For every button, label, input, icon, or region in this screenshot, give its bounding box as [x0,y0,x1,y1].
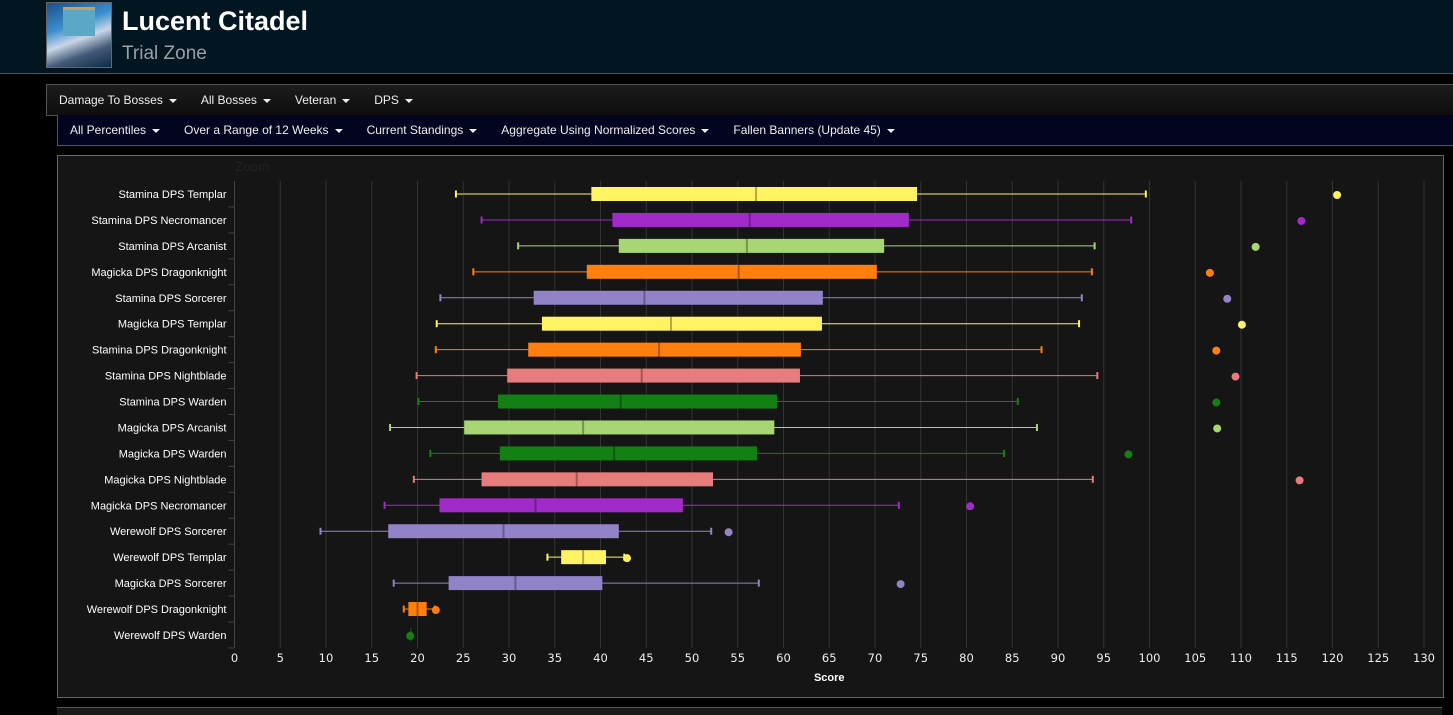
x-axis-title: Score [814,672,845,684]
x-tick-label: 0 [231,651,238,665]
iqr-box [612,212,909,227]
zone-logo [46,2,112,68]
iqr-box [464,420,775,435]
category-label: Werewolf DPS Dragonknight [87,604,227,616]
standings-dropdown[interactable]: Current Standings [355,123,490,137]
outlier-point [1212,346,1221,355]
x-tick-label: 45 [639,651,654,665]
x-tick-label: 95 [1096,651,1111,665]
category-label: Magicka DPS Dragonknight [91,267,226,279]
outlier-point [1295,476,1304,485]
x-tick-label: 105 [1184,651,1206,665]
iqr-box [586,264,877,279]
outlier-point [1237,320,1246,329]
x-tick-label: 130 [1413,651,1435,665]
outlier-point [724,528,733,537]
x-tick-label: 125 [1367,651,1389,665]
category-label: Stamina DPS Nightblade [105,371,227,383]
outlier-point [1333,191,1342,199]
difficulty-dropdown[interactable]: Veteran [283,93,362,107]
outlier-point [1231,372,1240,381]
outlier-point [1251,242,1260,251]
page-subtitle: Trial Zone [122,43,207,64]
outlier-point [1124,450,1133,459]
outlier-point [431,606,440,615]
x-tick-label: 10 [319,651,334,665]
iqr-box [439,498,683,513]
iqr-box [541,316,822,331]
iqr-box [499,446,757,461]
x-tick-label: 40 [593,651,608,665]
outlier-point [1223,294,1232,303]
x-tick-label: 5 [277,651,284,665]
x-tick-label: 25 [456,651,471,665]
x-tick-label: 65 [822,651,837,665]
iqr-box [528,342,801,357]
iqr-box [448,576,603,591]
banner-icon [63,7,95,36]
primary-filter-bar: Damage To Bosses All Bosses Veteran DPS [46,84,1453,116]
category-label: Magicka DPS Nightblade [104,474,226,486]
category-label: Magicka DPS Templar [118,319,227,331]
category-label: Stamina DPS Sorcerer [115,293,227,305]
outlier-point [1213,424,1222,433]
category-label: Werewolf DPS Templar [113,552,227,564]
x-tick-label: 75 [913,651,928,665]
outlier-point [966,502,975,511]
boxplot-chart: Zoom 0 5 10 15 20 25 30 35 40 45 50 55 60 65 70 75 80 85 90… [87,160,1435,684]
outlier-point [406,631,415,640]
x-tick-label: 115 [1276,651,1298,665]
x-tick-label: 15 [364,651,379,665]
percentile-dropdown[interactable]: All Percentiles [58,123,172,137]
iqr-box [507,368,800,383]
x-tick-label: 50 [685,651,700,665]
update-dropdown[interactable]: Fallen Banners (Update 45) [721,123,906,137]
category-label: Magicka DPS Arcanist [118,422,227,434]
x-tick-label: 55 [730,651,745,665]
iqr-box [591,187,918,201]
outlier-point [896,580,905,589]
category-label: Werewolf DPS Warden [114,630,226,642]
iqr-box [498,394,778,409]
outlier-point [1212,398,1221,407]
iqr-box [481,472,714,487]
aggregate-dropdown[interactable]: Aggregate Using Normalized Scores [489,123,721,137]
iqr-box [618,238,885,253]
x-tick-label: 70 [868,651,883,665]
category-label: Stamina DPS Arcanist [118,241,226,253]
category-label: Stamina DPS Dragonknight [92,345,227,357]
zone-header: Lucent Citadel Trial Zone [0,0,1453,74]
zoom-label: Zoom [235,160,270,174]
outlier-point [623,554,632,563]
category-label: Magicka DPS Necromancer [91,500,227,512]
range-dropdown[interactable]: Over a Range of 12 Weeks [172,123,355,137]
category-label: Werewolf DPS Sorcerer [110,526,227,538]
x-tick-label: 100 [1139,651,1161,665]
x-tick-label: 90 [1051,651,1066,665]
iqr-box [533,290,823,305]
x-tick-label: 20 [410,651,425,665]
secondary-filter-bar: All Percentiles Over a Range of 12 Weeks… [57,115,1453,146]
x-tick-label: 60 [776,651,791,665]
category-label: Stamina DPS Necromancer [91,215,226,227]
category-label: Stamina DPS Warden [119,397,226,409]
x-tick-label: 120 [1322,651,1344,665]
outlier-point [1297,216,1306,225]
x-tick-label: 80 [959,651,974,665]
boss-dropdown[interactable]: All Bosses [189,93,283,107]
category-label: Stamina DPS Templar [118,189,226,201]
page-title: Lucent Citadel [122,6,309,36]
x-tick-label: 30 [502,651,517,665]
role-dropdown[interactable]: DPS [362,93,425,107]
chart-panel: Zoom 0 5 10 15 20 25 30 35 40 45 50 55 60 65 70 75 80 85 90… [57,155,1444,698]
category-label: Magicka DPS Warden [119,448,227,460]
category-label: Magicka DPS Sorcerer [115,578,227,590]
x-tick-label: 110 [1230,651,1252,665]
metric-dropdown[interactable]: Damage To Bosses [47,93,189,107]
x-tick-label: 35 [547,651,562,665]
outlier-point [1205,268,1214,277]
x-tick-label: 85 [1005,651,1020,665]
